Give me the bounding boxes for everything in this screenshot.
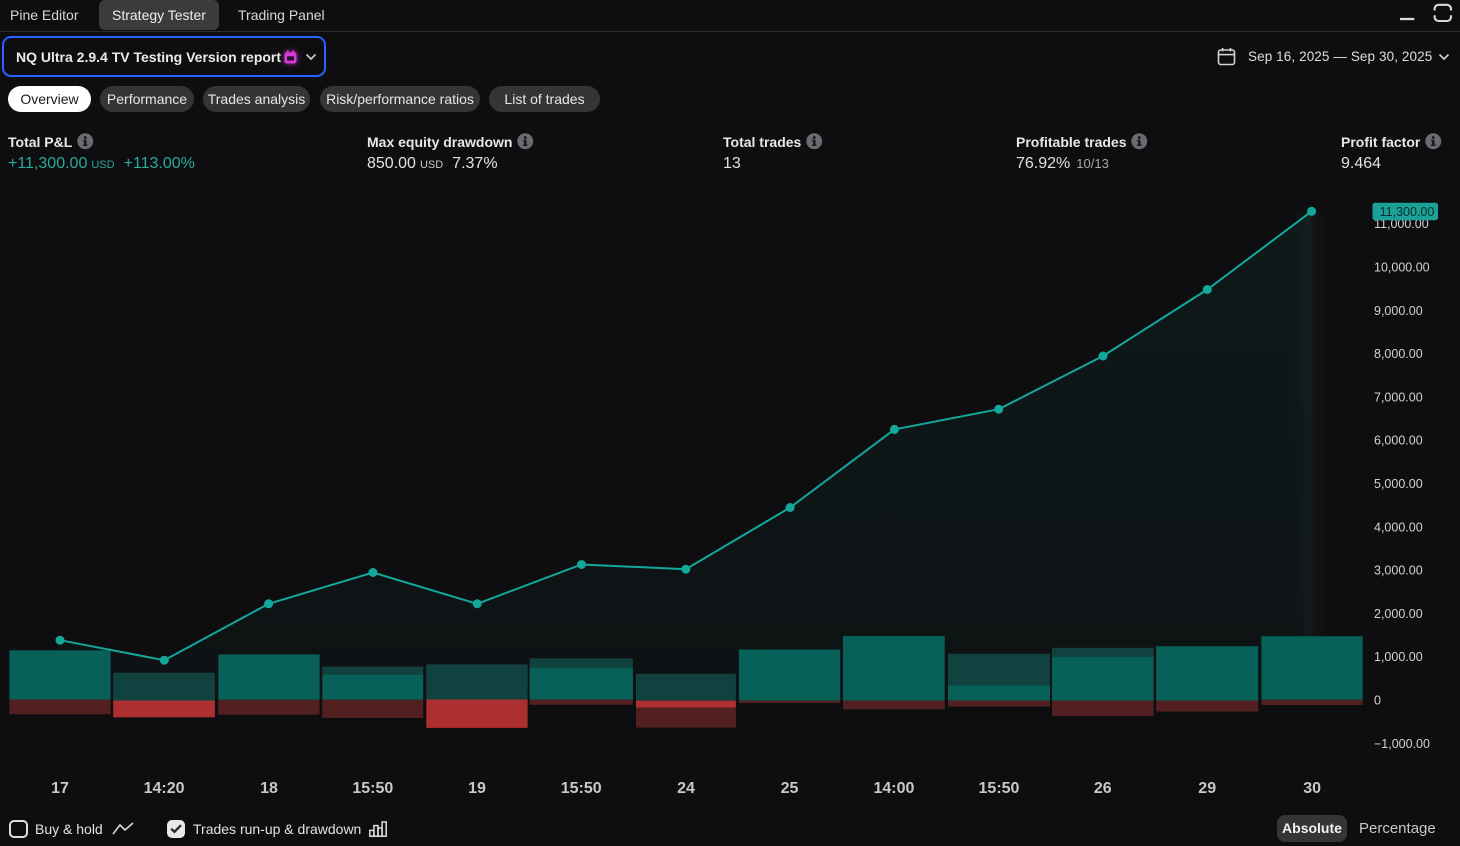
svg-text:26: 26 xyxy=(1094,780,1112,797)
svg-text:30: 30 xyxy=(1303,780,1321,797)
svg-text:−1,000.00: −1,000.00 xyxy=(1374,737,1430,751)
svg-text:14:20: 14:20 xyxy=(144,780,185,797)
svg-text:24: 24 xyxy=(677,780,695,797)
svg-text:1,000.00: 1,000.00 xyxy=(1374,650,1423,664)
svg-text:15:50: 15:50 xyxy=(979,780,1020,797)
svg-text:29: 29 xyxy=(1198,780,1216,797)
svg-text:9,000.00: 9,000.00 xyxy=(1374,304,1423,318)
svg-text:8,000.00: 8,000.00 xyxy=(1374,347,1423,361)
svg-text:15:50: 15:50 xyxy=(352,780,393,797)
svg-text:6,000.00: 6,000.00 xyxy=(1374,434,1423,448)
svg-text:4,000.00: 4,000.00 xyxy=(1374,520,1423,534)
svg-text:18: 18 xyxy=(260,780,278,797)
svg-text:7,000.00: 7,000.00 xyxy=(1374,390,1423,404)
svg-text:17: 17 xyxy=(51,780,69,797)
svg-text:19: 19 xyxy=(468,780,486,797)
svg-text:15:50: 15:50 xyxy=(561,780,602,797)
svg-text:0: 0 xyxy=(1374,694,1381,708)
svg-text:2,000.00: 2,000.00 xyxy=(1374,607,1423,621)
svg-text:10,000.00: 10,000.00 xyxy=(1374,261,1430,275)
svg-text:5,000.00: 5,000.00 xyxy=(1374,477,1423,491)
svg-text:14:00: 14:00 xyxy=(873,780,914,797)
svg-text:11,300.00: 11,300.00 xyxy=(1380,205,1435,219)
svg-text:25: 25 xyxy=(781,780,799,797)
svg-text:3,000.00: 3,000.00 xyxy=(1374,564,1423,578)
